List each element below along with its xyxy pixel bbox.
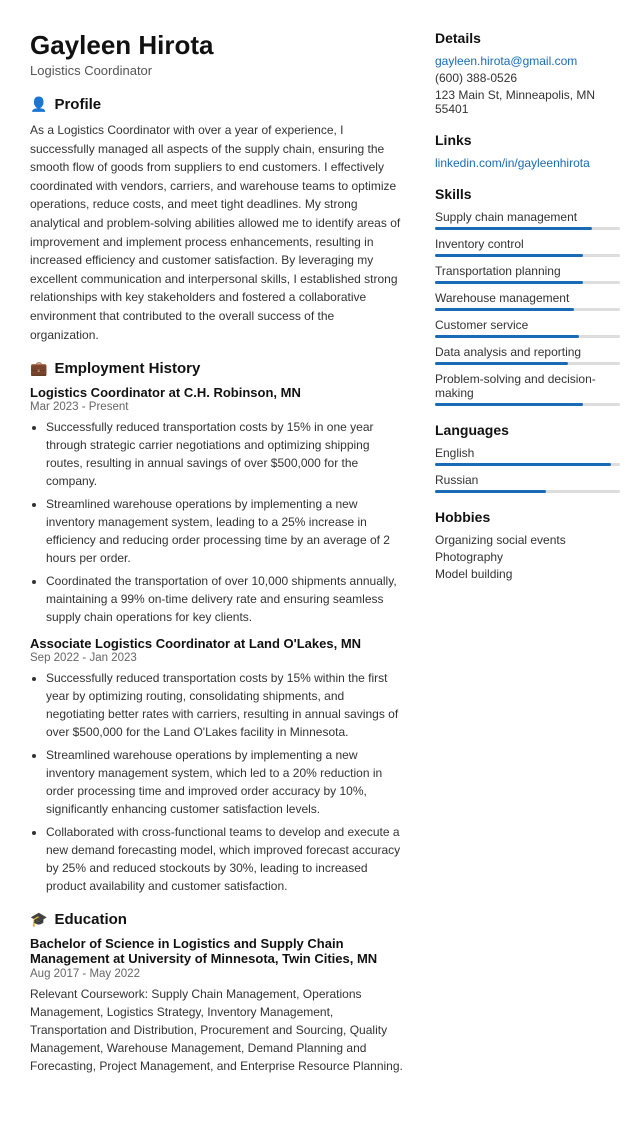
address: 123 Main St, Minneapolis, MN 55401	[435, 88, 620, 116]
education-icon: 🎓	[30, 911, 47, 928]
edu-dates: Aug 2017 - May 2022	[30, 968, 405, 980]
skills-section: Skills Supply chain management Inventory…	[435, 186, 620, 406]
skill-bar-fill	[435, 403, 583, 406]
job-1-dates: Mar 2023 - Present	[30, 401, 405, 413]
left-column: Gayleen Hirota Logistics Coordinator 👤 P…	[30, 30, 405, 1091]
profile-section: 👤 Profile As a Logistics Coordinator wit…	[30, 96, 405, 344]
skill-item: Inventory control	[435, 237, 620, 257]
skill-bar-fill	[435, 227, 592, 230]
hobbies-list: Organizing social events Photography Model…	[435, 533, 620, 581]
skill-bar-bg	[435, 362, 620, 365]
list-item: Successfully reduced transportation cost…	[46, 418, 405, 490]
skill-bar-bg	[435, 254, 620, 257]
skill-item: Problem-solving and decision-making	[435, 372, 620, 406]
employment-section: 💼 Employment History Logistics Coordinat…	[30, 360, 405, 895]
links-section: Links linkedin.com/in/gayleenhirota	[435, 132, 620, 170]
job-2: Associate Logistics Coordinator at Land …	[30, 636, 405, 895]
language-item: English	[435, 446, 620, 466]
language-bar-fill	[435, 490, 546, 493]
skill-bar-bg	[435, 281, 620, 284]
hobby-item: Photography	[435, 550, 620, 564]
skill-bar-bg	[435, 403, 620, 406]
skill-label: Problem-solving and decision-making	[435, 372, 620, 400]
employment-section-title: 💼 Employment History	[30, 360, 405, 377]
skill-label: Transportation planning	[435, 264, 620, 278]
hobbies-title: Hobbies	[435, 509, 620, 525]
skill-label: Customer service	[435, 318, 620, 332]
education-section-title: 🎓 Education	[30, 911, 405, 928]
linkedin-link[interactable]: linkedin.com/in/gayleenhirota	[435, 156, 620, 170]
list-item: Coordinated the transportation of over 1…	[46, 572, 405, 626]
language-label: Russian	[435, 473, 620, 487]
skill-item: Supply chain management	[435, 210, 620, 230]
language-bar-bg	[435, 463, 620, 466]
employment-icon: 💼	[30, 360, 47, 377]
hobbies-section: Hobbies Organizing social events Photogra…	[435, 509, 620, 581]
profile-text: As a Logistics Coordinator with over a y…	[30, 121, 405, 344]
skill-bar-fill	[435, 254, 583, 257]
skill-bar-bg	[435, 308, 620, 311]
skills-title: Skills	[435, 186, 620, 202]
hobby-item: Model building	[435, 567, 620, 581]
list-item: Streamlined warehouse operations by impl…	[46, 495, 405, 567]
skill-item: Warehouse management	[435, 291, 620, 311]
right-column: Details gayleen.hirota@gmail.com (600) 3…	[435, 30, 620, 1091]
education-section: 🎓 Education Bachelor of Science in Logis…	[30, 911, 405, 1075]
edu-coursework: Relevant Coursework: Supply Chain Manage…	[30, 985, 405, 1075]
skill-item: Data analysis and reporting	[435, 345, 620, 365]
language-bar-fill	[435, 463, 611, 466]
resume-header: Gayleen Hirota Logistics Coordinator	[30, 30, 405, 78]
language-item: Russian	[435, 473, 620, 493]
languages-title: Languages	[435, 422, 620, 438]
skill-bar-fill	[435, 308, 574, 311]
profile-icon: 👤	[30, 96, 47, 113]
skill-label: Supply chain management	[435, 210, 620, 224]
links-title: Links	[435, 132, 620, 148]
skill-label: Inventory control	[435, 237, 620, 251]
languages-list: English Russian	[435, 446, 620, 493]
job-2-dates: Sep 2022 - Jan 2023	[30, 652, 405, 664]
skill-label: Warehouse management	[435, 291, 620, 305]
email-link[interactable]: gayleen.hirota@gmail.com	[435, 54, 620, 68]
skill-bar-fill	[435, 362, 568, 365]
languages-section: Languages English Russian	[435, 422, 620, 493]
phone: (600) 388-0526	[435, 71, 620, 85]
language-bar-bg	[435, 490, 620, 493]
job-2-bullets: Successfully reduced transportation cost…	[30, 669, 405, 895]
skill-bar-bg	[435, 335, 620, 338]
details-section: Details gayleen.hirota@gmail.com (600) 3…	[435, 30, 620, 116]
profile-section-title: 👤 Profile	[30, 96, 405, 113]
candidate-name: Gayleen Hirota	[30, 30, 405, 61]
list-item: Successfully reduced transportation cost…	[46, 669, 405, 741]
skills-list: Supply chain management Inventory contro…	[435, 210, 620, 406]
job-1-bullets: Successfully reduced transportation cost…	[30, 418, 405, 626]
skill-item: Transportation planning	[435, 264, 620, 284]
list-item: Streamlined warehouse operations by impl…	[46, 746, 405, 818]
skill-item: Customer service	[435, 318, 620, 338]
skill-bar-fill	[435, 335, 579, 338]
skill-bar-fill	[435, 281, 583, 284]
job-2-title: Associate Logistics Coordinator at Land …	[30, 636, 405, 651]
candidate-title: Logistics Coordinator	[30, 63, 405, 78]
skill-label: Data analysis and reporting	[435, 345, 620, 359]
language-label: English	[435, 446, 620, 460]
skill-bar-bg	[435, 227, 620, 230]
job-1: Logistics Coordinator at C.H. Robinson, …	[30, 385, 405, 626]
edu-degree: Bachelor of Science in Logistics and Sup…	[30, 936, 405, 966]
list-item: Collaborated with cross-functional teams…	[46, 823, 405, 895]
details-title: Details	[435, 30, 620, 46]
hobby-item: Organizing social events	[435, 533, 620, 547]
job-1-title: Logistics Coordinator at C.H. Robinson, …	[30, 385, 405, 400]
